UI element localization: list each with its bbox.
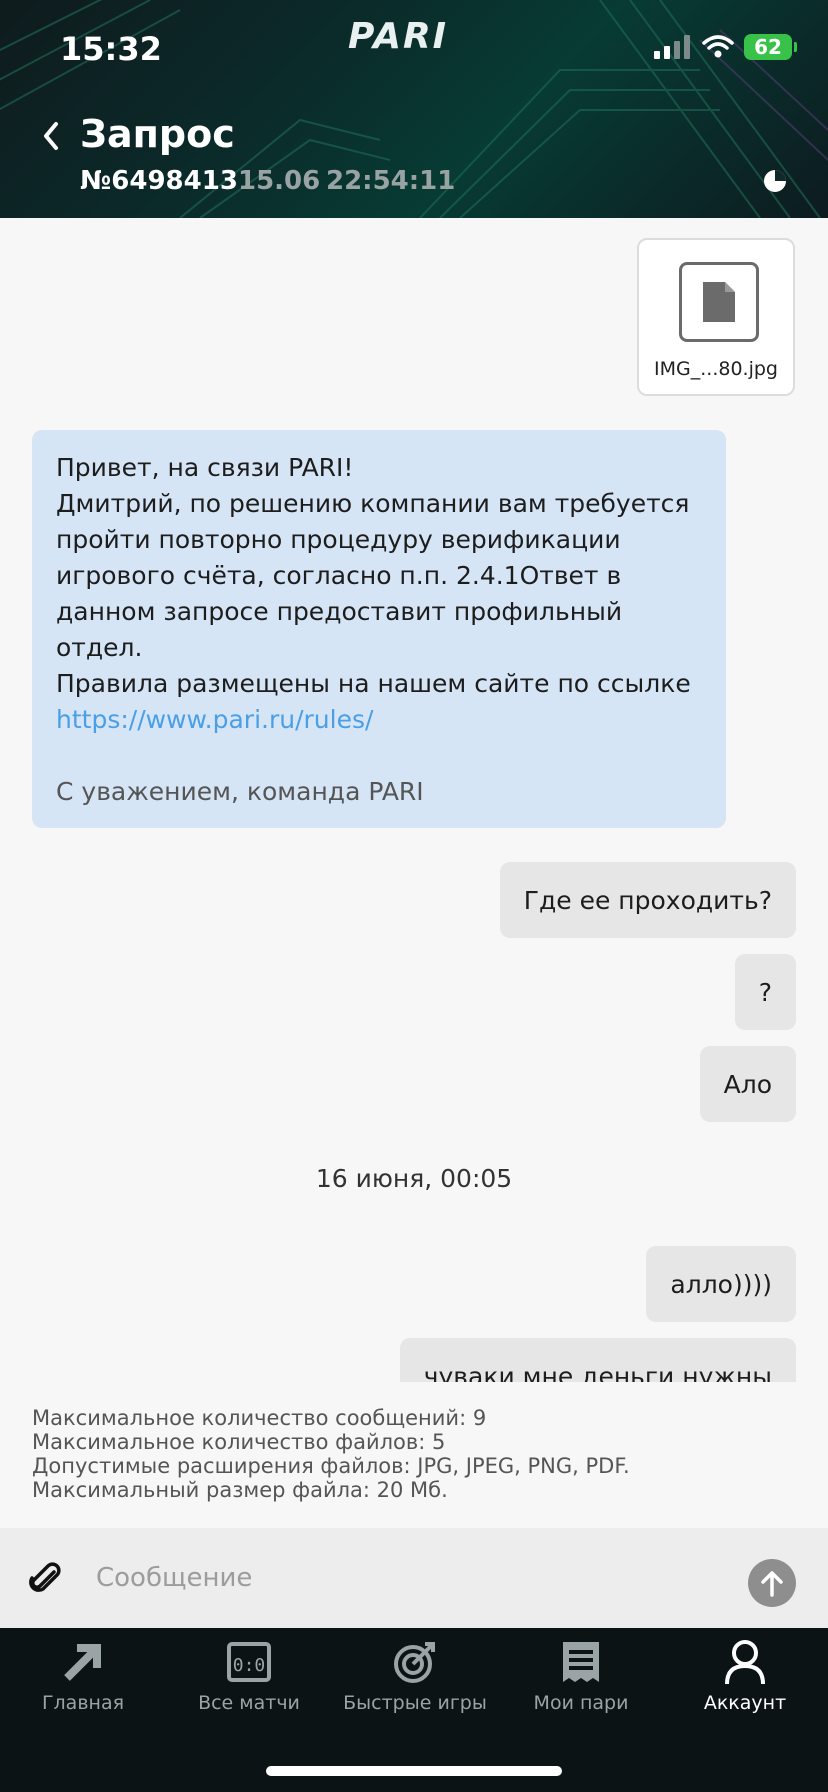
back-chevron-icon[interactable] xyxy=(36,118,66,154)
message-line: Дмитрий, по решению компании вам требует… xyxy=(56,489,690,518)
theme-toggle-icon[interactable] xyxy=(762,168,788,194)
message-signature: С уважением, команда PARI xyxy=(56,777,424,806)
file-icon xyxy=(679,262,759,342)
send-button[interactable] xyxy=(748,1559,796,1607)
outgoing-message-bubble: Ало xyxy=(699,1046,796,1122)
tab-label: Главная xyxy=(41,1692,125,1714)
attachment-filename: IMG_...80.jpg xyxy=(654,358,778,380)
limit-line: Максимальное количество файлов: 5 xyxy=(32,1430,446,1454)
message-composer xyxy=(0,1528,828,1628)
tab-fast-games[interactable]: Быстрые игры xyxy=(332,1638,498,1738)
target-icon xyxy=(394,1642,435,1683)
svg-text:PARI: PARI xyxy=(348,18,448,52)
outgoing-message-bubble: чуваки мне деньги нужны xyxy=(399,1338,796,1383)
outgoing-message-bubble: ? xyxy=(734,954,796,1030)
limits-info: Максимальное количество сообщений: 9 Мак… xyxy=(32,1406,630,1502)
message-line: пройти повторно процедуру верификации xyxy=(56,525,621,554)
message-text: ? xyxy=(758,977,772,1007)
battery-level: 62 xyxy=(754,35,782,59)
incoming-message-bubble: Привет, на связи PARI! Дмитрий, по решен… xyxy=(32,430,726,828)
message-text: алло)))) xyxy=(670,1269,772,1299)
tab-home[interactable]: Главная xyxy=(0,1638,166,1738)
outgoing-message-bubble: алло)))) xyxy=(646,1246,796,1322)
tab-all-matches[interactable]: 0:0 Все матчи xyxy=(166,1638,332,1738)
message-line: игрового счёта, согласно п.п. 2.4.1Ответ… xyxy=(56,561,622,590)
scoreboard-icon: 0:0 xyxy=(227,1642,271,1682)
tab-label: Все матчи xyxy=(198,1692,300,1714)
request-time: 22:54:11 xyxy=(326,166,456,196)
outgoing-message-bubble: Где ее проходить? xyxy=(499,862,796,938)
coupon-icon xyxy=(563,1642,599,1682)
rules-link[interactable]: https://www.pari.ru/rules/ xyxy=(56,702,702,738)
home-indicator[interactable] xyxy=(266,1766,562,1776)
status-time: 15:32 xyxy=(60,30,162,68)
message-list[interactable]: IMG_...80.jpg Привет, на связи PARI! Дми… xyxy=(0,218,828,1382)
user-icon xyxy=(725,1640,765,1685)
pari-logo: PARI xyxy=(348,18,448,52)
message-line: данном запросе предоставит профильный xyxy=(56,597,623,626)
attachment-card[interactable]: IMG_...80.jpg xyxy=(637,238,795,396)
message-input[interactable] xyxy=(96,1550,716,1606)
signal-icon xyxy=(654,35,690,59)
status-icons: 62 xyxy=(654,34,797,60)
tab-label: Мои пари xyxy=(533,1692,629,1714)
page-title: Запрос xyxy=(80,112,235,156)
arrow-home-icon xyxy=(64,1644,101,1681)
request-number: №6498413 xyxy=(80,166,238,196)
chat-screen: 15:32 PARI 62 Запрос №6498413 15.06 22:5… xyxy=(0,0,828,1792)
tab-my-bets[interactable]: Мои пари xyxy=(498,1638,664,1738)
svg-text:0:0: 0:0 xyxy=(233,1655,266,1676)
wifi-icon xyxy=(702,35,734,58)
message-line: Привет, на связи PARI! xyxy=(56,453,354,482)
message-text: Ало xyxy=(723,1069,772,1099)
limit-line: Максимальное количество сообщений: 9 xyxy=(32,1406,487,1430)
tab-label: Аккаунт xyxy=(703,1692,787,1714)
message-line: Правила размещены на нашем сайте по ссыл… xyxy=(56,669,691,698)
limit-line: Допустимые расширения файлов: JPG, JPEG,… xyxy=(32,1454,630,1478)
tab-label: Быстрые игры xyxy=(343,1692,487,1714)
date-separator: 16 июня, 00:05 xyxy=(315,1164,513,1193)
limit-line: Максимальный размер файла: 20 Мб. xyxy=(32,1478,448,1502)
message-text: Где ее проходить? xyxy=(523,885,772,915)
message-line: отдел. xyxy=(56,633,143,662)
message-text: чуваки мне деньги нужны xyxy=(423,1361,772,1383)
header: 15:32 PARI 62 Запрос №6498413 15.06 22:5… xyxy=(0,0,828,218)
request-date: 15.06 xyxy=(238,166,321,196)
battery-indicator: 62 xyxy=(744,34,797,60)
paperclip-icon[interactable] xyxy=(28,1562,64,1598)
arrow-up-icon xyxy=(761,1571,783,1597)
tab-account[interactable]: Аккаунт xyxy=(662,1638,828,1738)
